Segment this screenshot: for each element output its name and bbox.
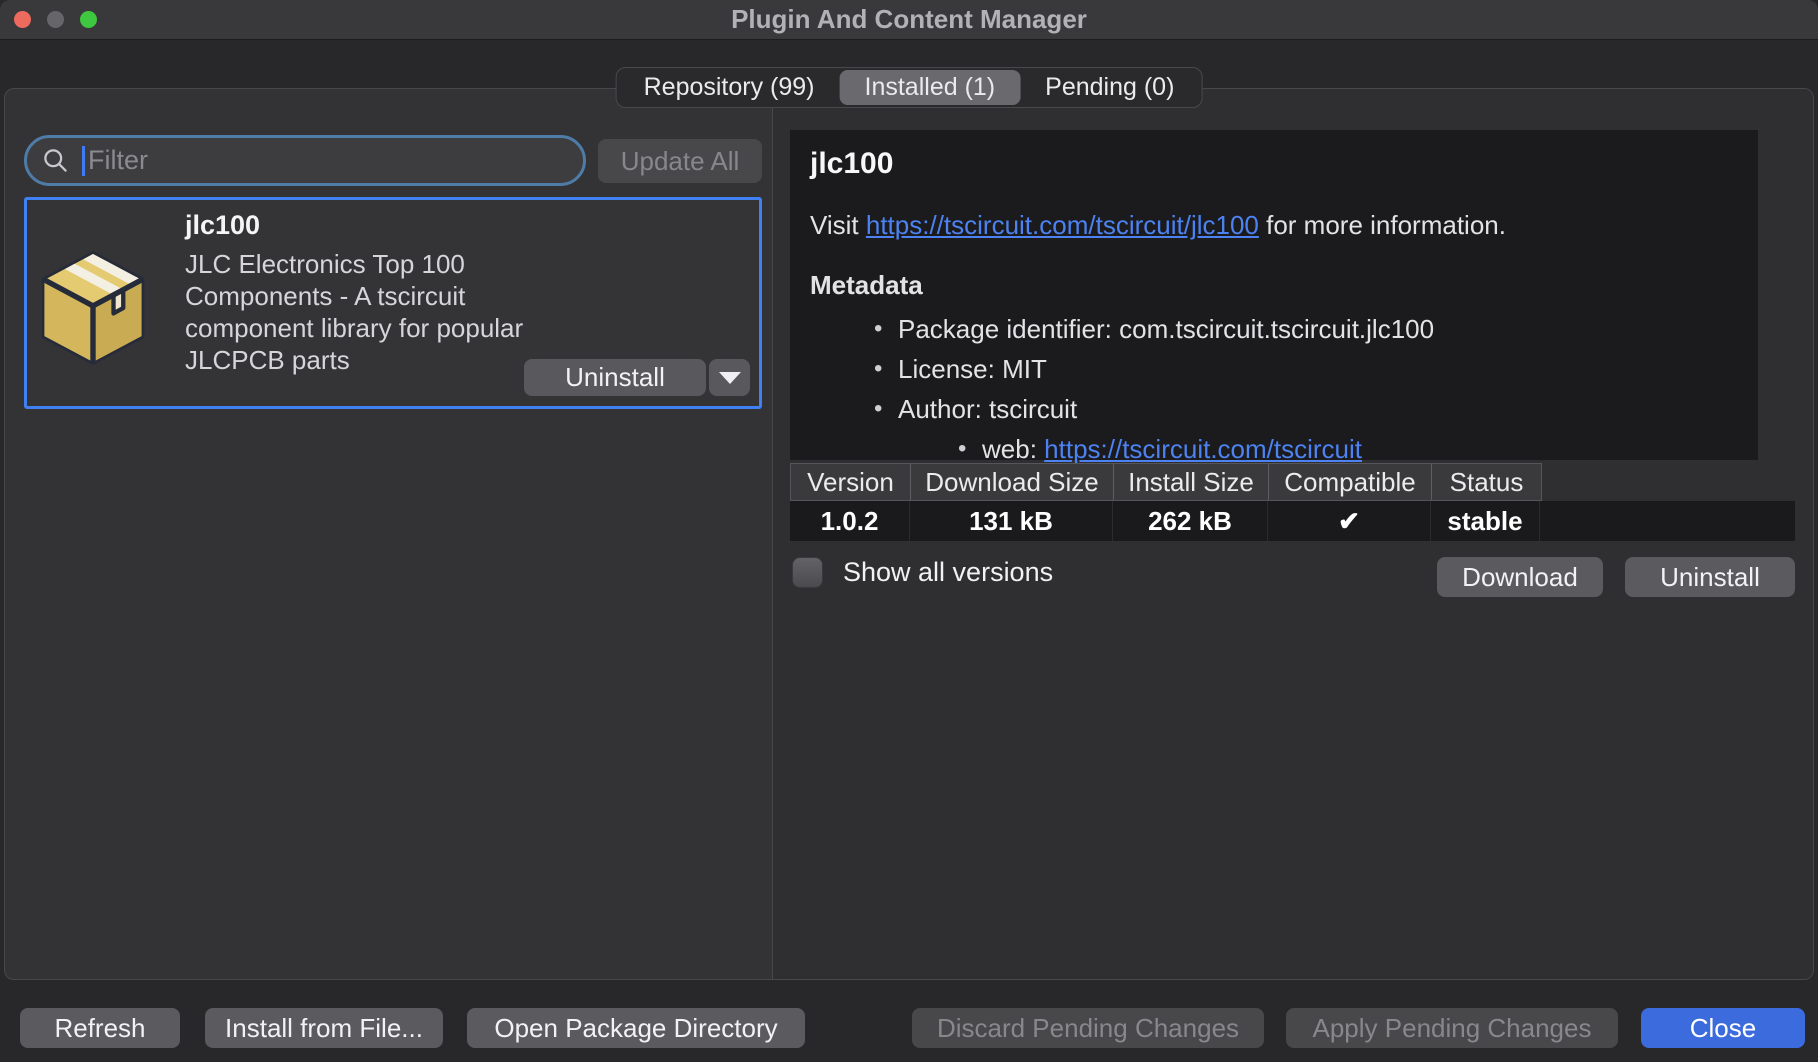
web-label: web: [982, 434, 1044, 464]
open-package-directory-button[interactable]: Open Package Directory [467, 1008, 805, 1048]
install-from-file-button[interactable]: Install from File... [205, 1008, 443, 1048]
column-header-status: Status [1432, 464, 1541, 500]
details-title: jlc100 [810, 147, 1738, 181]
column-header-compatible: Compatible [1269, 464, 1432, 500]
version-table-row[interactable]: 1.0.2 131 kB 262 kB ✔ stable [790, 501, 1795, 541]
cell-status: stable [1431, 501, 1540, 541]
filter-field[interactable] [24, 135, 586, 186]
metadata-item-web: web: https://tscircuit.com/tscircuit [982, 434, 1738, 465]
visit-line: Visit https://tscircuit.com/tscircuit/jl… [810, 210, 1738, 241]
refresh-button[interactable]: Refresh [20, 1008, 180, 1048]
tab-repository[interactable]: Repository (99) [619, 70, 840, 105]
show-all-versions-checkbox[interactable] [792, 557, 823, 588]
show-all-versions-label[interactable]: Show all versions [843, 557, 1053, 588]
metadata-list: Package identifier: com.tscircuit.tscirc… [810, 314, 1738, 465]
metadata-item-license: License: MIT [898, 354, 1738, 385]
visit-prefix: Visit [810, 210, 866, 240]
cell-download-size: 131 kB [910, 501, 1113, 541]
close-button[interactable]: Close [1641, 1008, 1805, 1048]
uninstall-split-button: Uninstall [524, 359, 750, 396]
titlebar: Plugin And Content Manager [0, 0, 1818, 40]
column-header-download-size: Download Size [911, 464, 1114, 500]
row-filler [1540, 501, 1795, 541]
metadata-item-author: Author: tscircuit [898, 394, 1738, 425]
chevron-down-icon [719, 372, 741, 384]
plugin-manager-window: { "colors": { "accent_selection_blue": "… [0, 0, 1818, 1062]
cell-install-size: 262 kB [1113, 501, 1268, 541]
download-button[interactable]: Download [1437, 557, 1603, 597]
plugin-page-link[interactable]: https://tscircuit.com/tscircuit/jlc100 [866, 210, 1259, 240]
update-all-button[interactable]: Update All [598, 139, 762, 183]
search-icon [42, 147, 69, 174]
tab-pending[interactable]: Pending (0) [1020, 70, 1199, 105]
metadata-heading: Metadata [810, 270, 1738, 301]
plugin-name: jlc100 [185, 210, 260, 241]
cell-version: 1.0.2 [790, 501, 910, 541]
uninstall-options-dropdown[interactable] [709, 359, 750, 396]
apply-pending-changes-button[interactable]: Apply Pending Changes [1286, 1008, 1618, 1048]
column-header-version: Version [791, 464, 911, 500]
plugin-details: jlc100 Visit https://tscircuit.com/tscir… [790, 130, 1758, 460]
column-header-install-size: Install Size [1114, 464, 1269, 500]
discard-pending-changes-button[interactable]: Discard Pending Changes [912, 1008, 1264, 1048]
tab-installed[interactable]: Installed (1) [840, 70, 1021, 105]
author-web-link[interactable]: https://tscircuit.com/tscircuit [1044, 434, 1362, 464]
plugin-list-item[interactable]: jlc100 JLC Electronics Top 100 Component… [24, 197, 762, 409]
uninstall-version-button[interactable]: Uninstall [1625, 557, 1795, 597]
pane-divider [772, 89, 773, 979]
filter-input[interactable] [85, 145, 583, 176]
uninstall-plugin-button[interactable]: Uninstall [524, 359, 706, 396]
plugin-description: JLC Electronics Top 100 Components - A t… [185, 248, 537, 376]
metadata-item-package-identifier: Package identifier: com.tscircuit.tscirc… [898, 314, 1738, 345]
window-title: Plugin And Content Manager [0, 4, 1818, 35]
visit-suffix: for more information. [1259, 210, 1506, 240]
cell-compatible-checkmark-icon: ✔ [1268, 501, 1431, 541]
tab-bar: Repository (99) Installed (1) Pending (0… [616, 67, 1203, 108]
version-table-header: Version Download Size Install Size Compa… [790, 463, 1542, 501]
package-box-icon [39, 250, 147, 366]
